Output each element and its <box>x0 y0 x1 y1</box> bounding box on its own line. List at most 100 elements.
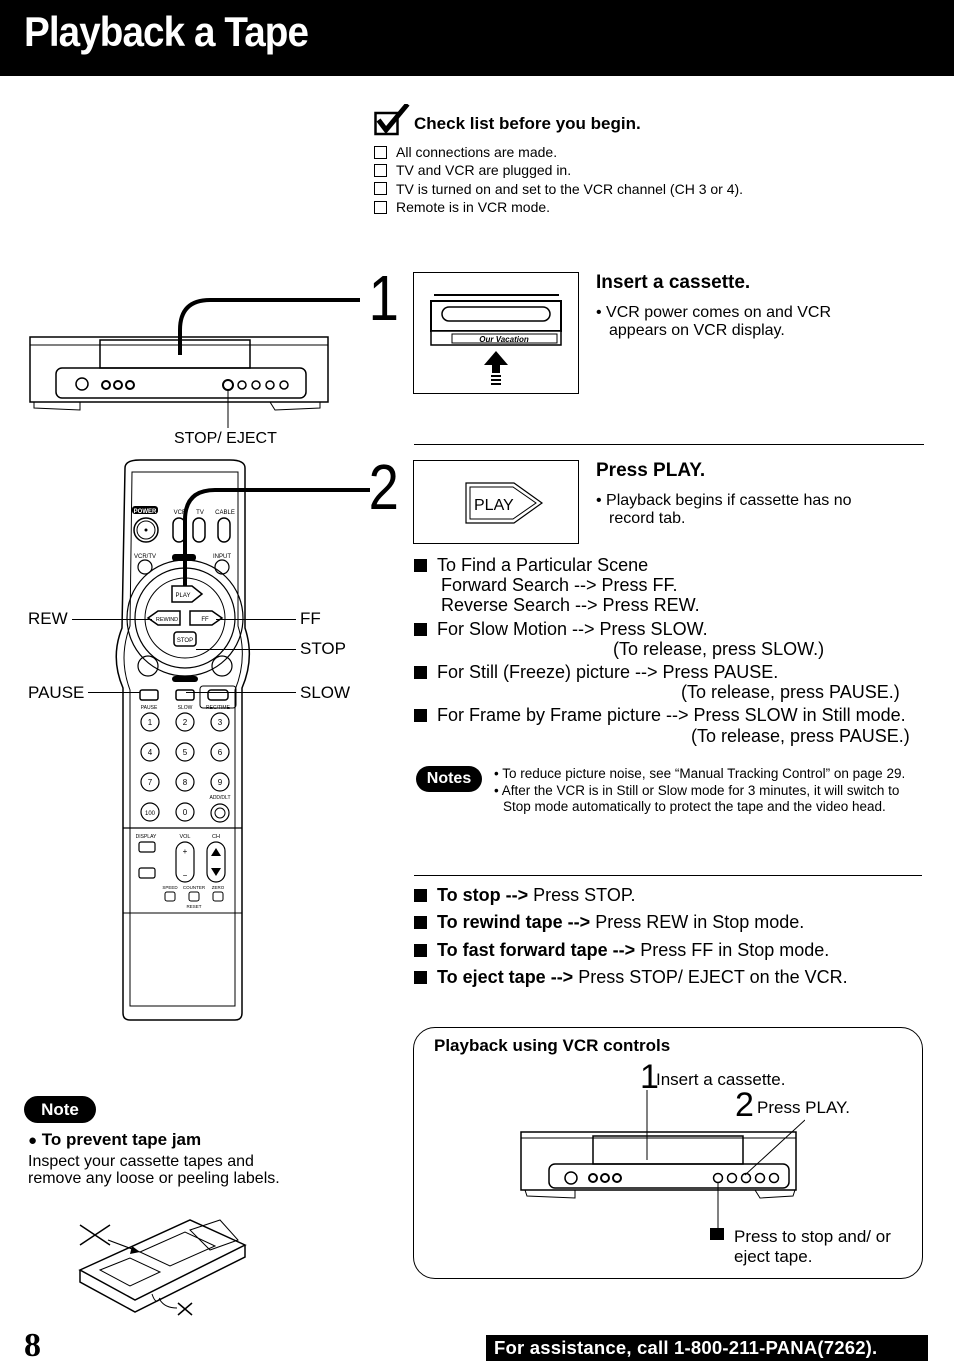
svg-text:4: 4 <box>148 748 153 757</box>
ff-label: FF <box>300 609 321 628</box>
tv-mode-button <box>192 517 206 543</box>
bullet-square-icon <box>414 970 427 984</box>
stop-eject-label: STOP/ EJECT <box>174 430 277 447</box>
bullet-square-icon <box>414 889 427 902</box>
bullet-square-icon <box>414 666 427 680</box>
vcr-controls-heading: Playback using VCR controls <box>434 1036 671 1055</box>
svg-text:−: − <box>183 871 188 880</box>
svg-text:3: 3 <box>218 718 223 727</box>
step-2-title: Press PLAY. <box>596 460 706 481</box>
svg-text:SPEED: SPEED <box>162 885 178 890</box>
bullet-circle-icon: ● <box>28 1132 38 1149</box>
checkbox-icon[interactable] <box>374 163 387 177</box>
svg-text:6: 6 <box>218 748 223 757</box>
svg-text:PLAY: PLAY <box>176 593 191 599</box>
svg-text:+: + <box>183 847 188 856</box>
svg-text:9: 9 <box>218 778 223 787</box>
remote-control-illustration: POWER VCR TV CABLE VCR/TV INPUT PLAY REW… <box>115 459 251 1021</box>
svg-text:ZERO: ZERO <box>212 885 225 890</box>
notes-list: • To reduce picture noise, see “Manual T… <box>494 766 906 815</box>
x-mark-icon <box>177 1302 193 1316</box>
tip-still-picture: For Still (Freeze) picture --> Press PAU… <box>414 662 910 702</box>
panel-step-1-text: Insert a cassette. <box>656 1070 786 1089</box>
cable-mode-button <box>217 517 231 543</box>
checklist-item[interactable]: Remote is in VCR mode. <box>374 198 743 216</box>
pause-label: PAUSE <box>28 683 85 702</box>
svg-text:POWER: POWER <box>134 509 157 515</box>
cassette-insert-icon: Our Vacation <box>430 294 562 385</box>
bullet-square-icon <box>414 709 427 723</box>
rew-leader <box>72 619 152 620</box>
action-stop: To stop --> Press STOP. <box>414 882 848 909</box>
play-button-icon[interactable]: PLAY <box>414 461 578 543</box>
tip-slow-motion: For Slow Motion --> Press SLOW. (To rele… <box>414 619 910 659</box>
tip-find-scene: To Find a Particular Scene Forward Searc… <box>414 555 910 616</box>
note-badge: Note <box>24 1096 96 1123</box>
step-1-title: Insert a cassette. <box>596 272 751 293</box>
insert-cassette-illustration: Our Vacation <box>413 272 579 394</box>
checkmark-box-icon <box>374 104 410 136</box>
page-title: Playback a Tape <box>24 8 309 55</box>
assistance-banner: For assistance, call 1-800-211-PANA(7262… <box>486 1335 928 1361</box>
vcr-mode-button <box>172 517 186 543</box>
action-rewind: To rewind tape --> Press REW in Stop mod… <box>414 909 848 936</box>
pause-leader <box>88 692 140 693</box>
svg-text:VOL: VOL <box>179 834 190 840</box>
divider <box>414 875 922 876</box>
svg-text:COUNTER: COUNTER <box>183 885 206 890</box>
action-fast-forward: To fast forward tape --> Press FF in Sto… <box>414 937 848 964</box>
bullet-square-icon <box>414 916 427 930</box>
svg-text:2: 2 <box>183 718 188 727</box>
checklist-item[interactable]: All connections are made. <box>374 143 743 161</box>
svg-text:CH: CH <box>212 834 220 840</box>
svg-text:7: 7 <box>148 778 153 787</box>
svg-text:CABLE: CABLE <box>215 510 235 516</box>
svg-text:REWIND: REWIND <box>156 617 178 623</box>
bullet-square-icon <box>414 559 427 572</box>
stop-eject-instruction: Press to stop and/ or eject tape. <box>734 1227 891 1266</box>
action-eject: To eject tape --> Press STOP/ EJECT on t… <box>414 964 848 991</box>
svg-text:1: 1 <box>148 718 153 727</box>
checkbox-icon[interactable] <box>374 182 387 196</box>
svg-text:PLAY: PLAY <box>474 497 514 514</box>
step-1-description: • VCR power comes on and VCR appears on … <box>596 304 832 339</box>
play-button-illustration: PLAY <box>413 460 579 544</box>
svg-text:SLOW: SLOW <box>178 705 193 711</box>
svg-text:DISPLAY: DISPLAY <box>136 834 157 840</box>
checkbox-icon[interactable] <box>374 200 387 214</box>
page-number: 8 <box>24 1327 41 1364</box>
cassette-peeling-label-illustration <box>78 1219 247 1316</box>
vcr-stop-eject-button <box>712 1172 724 1184</box>
x-mark-icon <box>79 1224 111 1246</box>
checklist-item[interactable]: TV and VCR are plugged in. <box>374 161 743 179</box>
playback-tips: To Find a Particular Scene Forward Searc… <box>414 555 910 746</box>
svg-text:100: 100 <box>145 811 156 817</box>
svg-text:STOP: STOP <box>177 638 193 644</box>
checklist-item[interactable]: TV is turned on and set to the VCR chann… <box>374 180 743 198</box>
checklist-heading: Check list before you begin. <box>374 104 641 136</box>
stop-rewind-eject-actions: To stop --> Press STOP. To rewind tape -… <box>414 882 848 991</box>
notes-badge: Notes <box>416 766 482 792</box>
svg-text:VCR: VCR <box>174 510 187 516</box>
svg-text:VCR/TV: VCR/TV <box>134 554 156 560</box>
step-2-description: • Playback begins if cassette has no rec… <box>596 492 852 527</box>
tape-jam-heading: ● To prevent tape jam <box>28 1130 202 1149</box>
svg-text:TV: TV <box>196 510 204 516</box>
svg-text:RESET: RESET <box>186 904 201 909</box>
svg-text:5: 5 <box>183 748 188 757</box>
svg-text:REC/TIME: REC/TIME <box>206 705 231 711</box>
slow-label: SLOW <box>300 683 351 702</box>
vcr-front-illustration <box>29 298 360 428</box>
svg-text:8: 8 <box>183 778 188 787</box>
bullet-square-icon <box>414 943 427 957</box>
svg-text:ADD/DLT: ADD/DLT <box>209 795 230 801</box>
tape-jam-text: Inspect your cassette tapes and remove a… <box>28 1153 280 1187</box>
checkbox-icon[interactable] <box>374 145 387 159</box>
page-title-bar: Playback a Tape <box>0 0 954 76</box>
vcr-panel-illustration <box>520 1090 805 1240</box>
checklist: All connections are made. TV and VCR are… <box>374 143 743 216</box>
stop-eject-button-icon <box>222 379 234 391</box>
divider <box>414 444 924 445</box>
svg-text:PAUSE: PAUSE <box>141 705 158 711</box>
step-1-number: 1 <box>368 262 399 334</box>
